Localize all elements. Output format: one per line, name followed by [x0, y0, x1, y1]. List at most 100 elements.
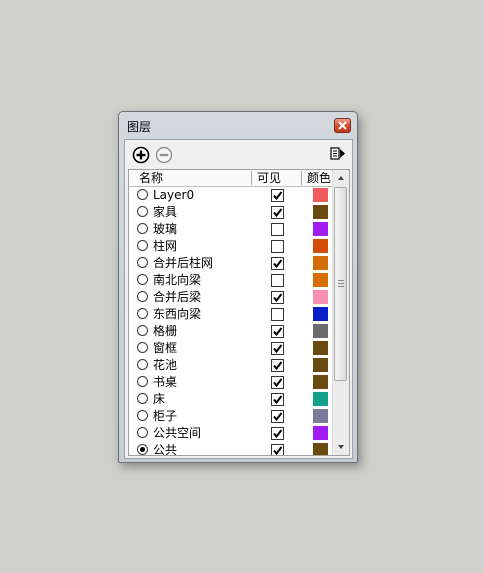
- layer-name[interactable]: Layer0: [153, 187, 194, 204]
- layer-color-swatch[interactable]: [313, 222, 328, 236]
- add-layer-button[interactable]: [132, 146, 150, 164]
- scroll-up-arrow-icon: [338, 176, 344, 180]
- layers-toolbar: [125, 140, 352, 168]
- visibility-checkbox[interactable]: [271, 444, 284, 455]
- active-layer-radio[interactable]: [137, 444, 148, 455]
- visibility-checkbox[interactable]: [271, 308, 284, 321]
- visibility-checkbox[interactable]: [271, 342, 284, 355]
- layer-row[interactable]: 柱网: [129, 238, 333, 255]
- layer-color-swatch[interactable]: [313, 273, 328, 287]
- active-layer-radio[interactable]: [137, 359, 148, 370]
- layer-name[interactable]: 南北向梁: [153, 272, 201, 289]
- layer-row[interactable]: 窗框: [129, 340, 333, 357]
- layer-name[interactable]: 东西向梁: [153, 306, 201, 323]
- visibility-checkbox[interactable]: [271, 291, 284, 304]
- layer-name[interactable]: 柜子: [153, 408, 177, 425]
- layer-name[interactable]: 书桌: [153, 374, 177, 391]
- active-layer-radio[interactable]: [137, 427, 148, 438]
- scrollbar-thumb[interactable]: [334, 187, 347, 381]
- vertical-scrollbar[interactable]: [332, 170, 349, 455]
- close-button[interactable]: [334, 118, 351, 133]
- column-header-name[interactable]: 名称: [139, 170, 163, 186]
- layer-name[interactable]: 柱网: [153, 238, 177, 255]
- layer-name[interactable]: 玻璃: [153, 221, 177, 238]
- layer-row[interactable]: 柜子: [129, 408, 333, 425]
- title-bar[interactable]: 图层: [119, 112, 357, 139]
- layer-list[interactable]: 名称 可见 颜色 Layer0 家具 玻璃 柱网 合并后柱网 南北向梁 合并后梁 东西向梁 格栅…: [128, 169, 350, 456]
- active-layer-radio[interactable]: [137, 393, 148, 404]
- remove-layer-button[interactable]: [155, 146, 173, 164]
- active-layer-radio[interactable]: [137, 410, 148, 421]
- visibility-checkbox[interactable]: [271, 223, 284, 236]
- layer-color-swatch[interactable]: [313, 324, 328, 338]
- layer-row[interactable]: 南北向梁: [129, 272, 333, 289]
- visibility-checkbox[interactable]: [271, 359, 284, 372]
- active-layer-radio[interactable]: [137, 342, 148, 353]
- layer-row[interactable]: 床: [129, 391, 333, 408]
- layer-row[interactable]: 合并后柱网: [129, 255, 333, 272]
- layer-color-swatch[interactable]: [313, 392, 328, 406]
- visibility-checkbox[interactable]: [271, 427, 284, 440]
- layer-color-swatch[interactable]: [313, 341, 328, 355]
- active-layer-radio[interactable]: [137, 325, 148, 336]
- layer-color-swatch[interactable]: [313, 443, 328, 455]
- active-layer-radio[interactable]: [137, 376, 148, 387]
- details-button[interactable]: [330, 145, 346, 163]
- active-layer-radio[interactable]: [137, 274, 148, 285]
- active-layer-radio[interactable]: [137, 240, 148, 251]
- active-layer-radio[interactable]: [137, 189, 148, 200]
- active-layer-radio[interactable]: [137, 308, 148, 319]
- layer-row[interactable]: 书桌: [129, 374, 333, 391]
- grip-line: [338, 280, 344, 281]
- layer-name[interactable]: 窗框: [153, 340, 177, 357]
- visibility-checkbox[interactable]: [271, 325, 284, 338]
- layer-color-swatch[interactable]: [313, 239, 328, 253]
- layer-color-swatch[interactable]: [313, 290, 328, 304]
- visibility-checkbox[interactable]: [271, 206, 284, 219]
- layer-row[interactable]: 东西向梁: [129, 306, 333, 323]
- close-icon: [338, 121, 347, 130]
- layer-row[interactable]: 公共: [129, 442, 333, 455]
- layer-color-swatch[interactable]: [313, 375, 328, 389]
- layer-row[interactable]: 家具: [129, 204, 333, 221]
- layer-color-swatch[interactable]: [313, 409, 328, 423]
- layer-row[interactable]: 公共空间: [129, 425, 333, 442]
- layer-row[interactable]: Layer0: [129, 187, 333, 204]
- layer-name[interactable]: 床: [153, 391, 165, 408]
- layer-color-swatch[interactable]: [313, 358, 328, 372]
- active-layer-radio[interactable]: [137, 291, 148, 302]
- visibility-checkbox[interactable]: [271, 376, 284, 389]
- layer-name[interactable]: 花池: [153, 357, 177, 374]
- column-divider[interactable]: [251, 171, 252, 185]
- layer-color-swatch[interactable]: [313, 426, 328, 440]
- active-layer-radio[interactable]: [137, 206, 148, 217]
- visibility-checkbox[interactable]: [271, 240, 284, 253]
- layer-color-swatch[interactable]: [313, 307, 328, 321]
- visibility-checkbox[interactable]: [271, 189, 284, 202]
- active-layer-radio[interactable]: [137, 223, 148, 234]
- layer-row[interactable]: 格栅: [129, 323, 333, 340]
- scroll-down-button[interactable]: [333, 439, 349, 455]
- scroll-up-button[interactable]: [333, 170, 349, 186]
- layer-color-swatch[interactable]: [313, 205, 328, 219]
- layer-row[interactable]: 合并后梁: [129, 289, 333, 306]
- active-layer-radio[interactable]: [137, 257, 148, 268]
- column-divider[interactable]: [301, 171, 302, 185]
- layer-row[interactable]: 花池: [129, 357, 333, 374]
- column-header-visible[interactable]: 可见: [257, 170, 281, 186]
- column-header-color[interactable]: 颜色: [307, 170, 331, 186]
- layer-row[interactable]: 玻璃: [129, 221, 333, 238]
- visibility-checkbox[interactable]: [271, 393, 284, 406]
- layer-name[interactable]: 合并后柱网: [153, 255, 213, 272]
- visibility-checkbox[interactable]: [271, 274, 284, 287]
- checkmark-icon: [273, 412, 283, 422]
- layer-color-swatch[interactable]: [313, 256, 328, 270]
- layer-name[interactable]: 公共: [153, 442, 177, 455]
- layer-name[interactable]: 公共空间: [153, 425, 201, 442]
- layer-name[interactable]: 合并后梁: [153, 289, 201, 306]
- layer-color-swatch[interactable]: [313, 188, 328, 202]
- layer-name[interactable]: 家具: [153, 204, 177, 221]
- visibility-checkbox[interactable]: [271, 257, 284, 270]
- visibility-checkbox[interactable]: [271, 410, 284, 423]
- layer-name[interactable]: 格栅: [153, 323, 177, 340]
